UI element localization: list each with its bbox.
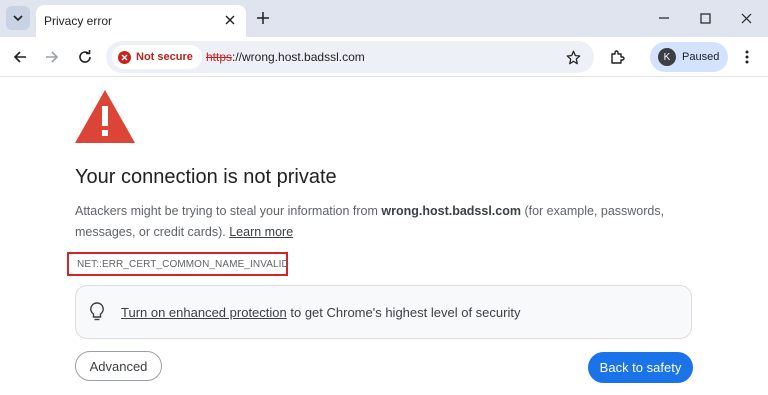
chevron-down-icon [13,15,23,22]
advanced-button[interactable]: Advanced [75,351,162,381]
extensions-button[interactable] [608,48,626,66]
security-label: Not secure [136,51,193,63]
menu-button[interactable] [738,48,756,66]
lightbulb-icon [90,302,108,322]
desc-text-before: Attackers might be trying to steal your … [75,204,382,218]
close-icon [225,15,235,25]
new-tab-button[interactable] [254,9,272,27]
page-description: Attackers might be trying to steal your … [75,201,690,243]
security-chip[interactable]: Not secure [112,45,202,69]
tab-strip: Privacy error [0,0,768,37]
promo-text: Turn on enhanced protection to get Chrom… [121,305,520,320]
tab-close-button[interactable] [222,12,238,28]
back-to-safety-button[interactable]: Back to safety [588,352,693,383]
tab-title: Privacy error [44,14,113,28]
profile-status: Paused [682,51,720,63]
maximize-icon [699,12,711,24]
warning-circle-icon [118,50,131,64]
back-icon [13,51,26,63]
tab-search-button[interactable] [6,6,30,30]
url-scheme: https [206,50,233,64]
forward-icon [46,51,59,63]
bookmark-button[interactable] [564,48,582,66]
warning-triangle-icon [75,90,135,143]
close-window-icon [741,13,751,23]
profile-button[interactable]: K Paused [650,42,728,72]
minimize-button[interactable] [655,9,673,27]
desc-host: wrong.host.badssl.com [381,204,521,218]
enhanced-protection-promo: Turn on enhanced protection to get Chrom… [75,285,692,339]
url-text[interactable]: https://wrong.host.badssl.com [206,50,365,64]
minimize-icon [659,17,669,19]
reload-button[interactable] [76,48,94,66]
back-button[interactable] [11,48,29,66]
kebab-menu-icon [745,50,749,64]
active-tab[interactable]: Privacy error [36,5,246,37]
enhanced-protection-link[interactable]: Turn on enhanced protection [121,305,287,320]
avatar: K [658,48,676,66]
close-window-button[interactable] [737,9,755,27]
promo-rest: to get Chrome's highest level of securit… [286,305,521,320]
error-code[interactable]: NET::ERR_CERT_COMMON_NAME_INVALID [67,252,289,276]
plus-icon [257,12,269,24]
extensions-icon [611,50,625,64]
star-icon [566,50,580,64]
learn-more-link[interactable]: Learn more [229,225,293,239]
reload-icon [79,50,91,63]
toolbar: Not secure https://wrong.host.badssl.com… [0,37,768,77]
forward-button[interactable] [43,48,61,66]
page-heading: Your connection is not private [75,166,337,188]
url-host: ://wrong.host.badssl.com [232,50,365,64]
maximize-button[interactable] [696,9,714,27]
address-bar[interactable]: Not secure https://wrong.host.badssl.com [106,41,594,73]
